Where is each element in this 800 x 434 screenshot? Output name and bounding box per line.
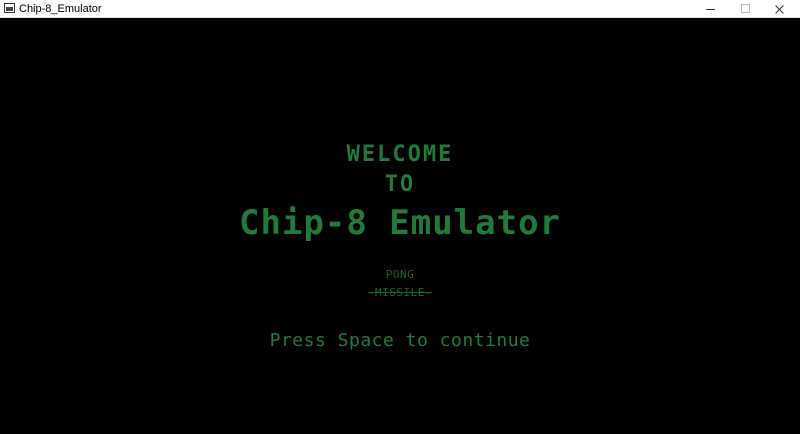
emulator-display[interactable]: WELCOME TO Chip-8 Emulator PONG -MISSILE… bbox=[0, 18, 800, 434]
menu-item-missile[interactable]: -MISSILE- bbox=[0, 286, 800, 299]
welcome-text: WELCOME bbox=[346, 142, 454, 167]
menu-item-pong[interactable]: PONG bbox=[0, 268, 800, 281]
app-window-icon bbox=[4, 3, 15, 13]
continue-prompt: Press Space to continue bbox=[269, 330, 531, 351]
menu-item-missile-label: -MISSILE- bbox=[367, 286, 433, 299]
minimize-button[interactable] bbox=[694, 0, 726, 18]
close-button[interactable] bbox=[763, 0, 795, 18]
title-bar[interactable]: Chip-8_Emulator bbox=[0, 0, 800, 18]
emulator-title: Chip-8 Emulator bbox=[238, 203, 562, 243]
maximize-button[interactable] bbox=[729, 0, 761, 18]
app-window: Chip-8_Emulator WELCOME TO Chip-8 Emulat… bbox=[0, 0, 800, 434]
window-title: Chip-8_Emulator bbox=[19, 3, 102, 15]
to-text: TO bbox=[384, 172, 416, 197]
